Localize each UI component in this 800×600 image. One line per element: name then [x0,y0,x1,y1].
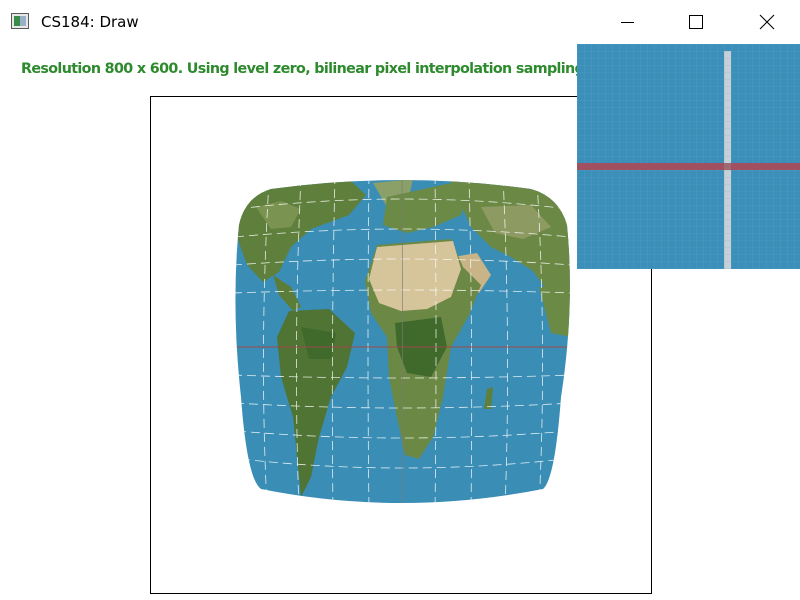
close-icon [759,14,775,30]
maximize-icon [689,15,703,29]
zoom-inspector-grid [577,44,800,269]
world-map-texture [235,180,570,503]
title-bar[interactable]: CS184: Draw [0,0,800,45]
app-window: CS184: Draw Resolution 800 x 600. Using … [0,0,800,600]
zoom-inspector [577,44,800,269]
close-button[interactable] [743,0,789,45]
app-icon [11,13,29,29]
minimize-icon [621,22,634,23]
minimize-button[interactable] [604,0,650,45]
maximize-button[interactable] [673,0,719,45]
window-title: CS184: Draw [41,13,139,31]
